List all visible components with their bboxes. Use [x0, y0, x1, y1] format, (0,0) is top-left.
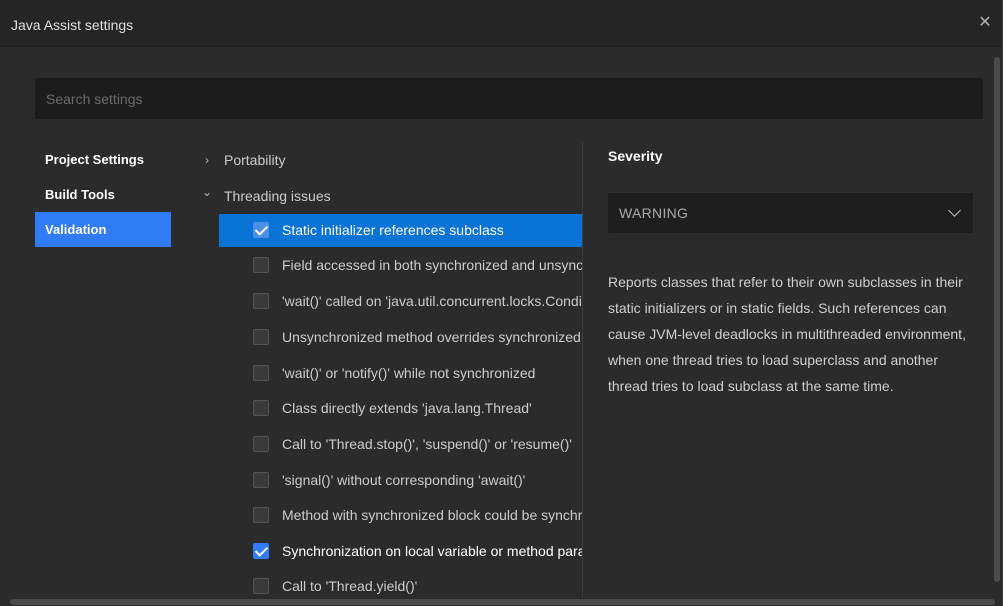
nav-item-build-tools[interactable]: Build Tools — [35, 177, 171, 212]
nav-item-project-settings[interactable]: Project Settings — [35, 142, 171, 177]
vertical-scrollbar[interactable] — [992, 47, 1002, 595]
tree-rule-row[interactable]: Static initializer references subclass — [219, 214, 582, 247]
rule-label: 'signal()' without corresponding 'await(… — [282, 472, 526, 488]
panel-divider[interactable] — [582, 142, 583, 598]
rule-checkbox[interactable] — [253, 543, 269, 559]
settings-dialog: Java Assist settings ✕ Project Settings … — [0, 0, 1003, 606]
rule-checkbox[interactable] — [253, 436, 269, 452]
inspection-description: Reports classes that refer to their own … — [608, 274, 966, 394]
tree-rule-row[interactable]: Field accessed in both synchronized and … — [219, 249, 582, 282]
rule-label: Method with synchronized block could be … — [282, 507, 582, 523]
rule-checkbox[interactable] — [253, 222, 269, 238]
rule-checkbox[interactable] — [253, 365, 269, 381]
tree-rule-row[interactable]: 'signal()' without corresponding 'await(… — [219, 464, 582, 497]
rule-label: Synchronization on local variable or met… — [282, 543, 582, 559]
rule-checkbox[interactable] — [253, 400, 269, 416]
tree-rule-row[interactable]: Call to 'Thread.stop()', 'suspend()' or … — [219, 428, 582, 461]
tree-rule-row[interactable]: 'wait()' or 'notify()' while not synchro… — [219, 357, 582, 390]
vertical-scrollbar-thumb[interactable] — [994, 57, 1000, 582]
nav-item-validation[interactable]: Validation — [35, 212, 171, 247]
tree-rule-row[interactable]: Synchronization on local variable or met… — [219, 535, 582, 568]
dialog-title: Java Assist settings — [11, 17, 134, 33]
rule-label: Unsynchronized method overrides synchron… — [282, 329, 582, 345]
tree-rule-row[interactable]: Class directly extends 'java.lang.Thread… — [219, 392, 582, 425]
tree-rule-row[interactable]: 'wait()' called on 'java.util.concurrent… — [219, 285, 582, 318]
tree-rule-row[interactable]: Method with synchronized block could be … — [219, 499, 582, 532]
rule-checkbox[interactable] — [253, 507, 269, 523]
close-icon[interactable]: ✕ — [976, 14, 994, 32]
rule-label: 'wait()' or 'notify()' while not synchro… — [282, 365, 536, 381]
tree-group-label: Portability — [224, 152, 286, 168]
tree-rule-row[interactable]: Unsynchronized method overrides synchron… — [219, 321, 582, 354]
search-input[interactable] — [35, 78, 983, 119]
rule-label: Field accessed in both synchronized and … — [282, 257, 582, 273]
horizontal-scrollbar[interactable] — [0, 598, 1002, 606]
tree-group-label: Threading issues — [224, 188, 331, 204]
chevron-down-icon — [948, 204, 961, 217]
rule-checkbox[interactable] — [253, 472, 269, 488]
rule-label: Static initializer references subclass — [282, 222, 504, 238]
rule-label: Class directly extends 'java.lang.Thread… — [282, 400, 532, 416]
tree-group-portability[interactable]: › Portability — [190, 142, 582, 178]
chevron-right-icon: › — [205, 153, 209, 167]
severity-select[interactable]: WARNING — [608, 193, 973, 233]
severity-value: WARNING — [619, 205, 689, 221]
rule-label: 'wait()' called on 'java.util.concurrent… — [282, 293, 582, 309]
rule-checkbox[interactable] — [253, 257, 269, 273]
chevron-down-icon: ⌄ — [201, 185, 213, 199]
tree-group-threading-issues[interactable]: ⌄ Threading issues — [190, 178, 582, 214]
settings-nav: Project Settings Build Tools Validation — [35, 142, 171, 247]
rule-checkbox[interactable] — [253, 578, 269, 594]
horizontal-scrollbar-thumb[interactable] — [10, 599, 995, 605]
rule-label: Call to 'Thread.stop()', 'suspend()' or … — [282, 436, 572, 452]
title-bar: Java Assist settings ✕ — [0, 0, 1002, 47]
severity-label: Severity — [608, 148, 663, 164]
inspection-tree: › Portability ⌄ Threading issues Static … — [190, 142, 582, 602]
rule-checkbox[interactable] — [253, 293, 269, 309]
rule-checkbox[interactable] — [253, 329, 269, 345]
